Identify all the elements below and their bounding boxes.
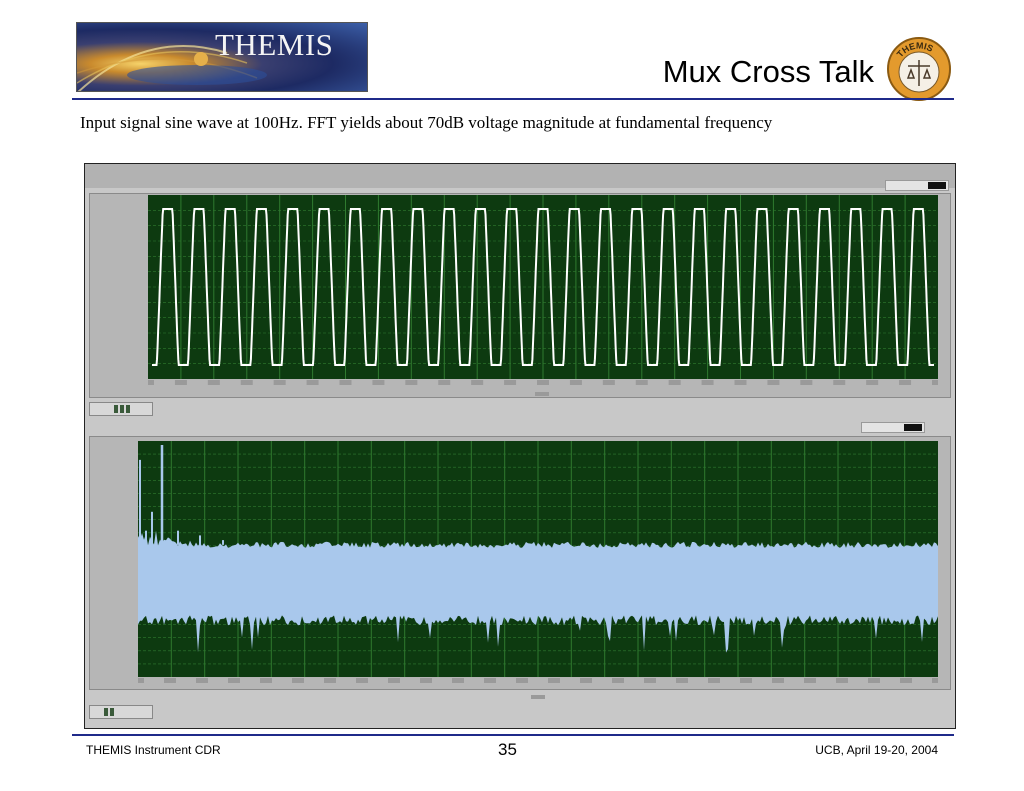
footer-divider	[72, 734, 954, 736]
x-tick-label	[548, 678, 560, 683]
bottom-plot-legend[interactable]	[861, 422, 925, 433]
x-tick-label	[701, 380, 714, 385]
footer-right-text: UCB, April 19-20, 2004	[815, 743, 938, 757]
slide-subtitle: Input signal sine wave at 100Hz. FFT yie…	[80, 113, 773, 132]
x-tick-label	[676, 678, 688, 683]
panel-header	[85, 164, 955, 188]
spectrum-x-ticks	[138, 678, 938, 683]
bottom-plot-control[interactable]	[89, 705, 153, 719]
x-tick-label	[292, 678, 304, 683]
x-tick-label	[836, 678, 848, 683]
themis-seal-icon: THEMIS	[887, 37, 951, 101]
x-tick-label	[932, 380, 938, 385]
waveform-x-ticks	[148, 380, 938, 385]
bottom-scroll-handle[interactable]	[531, 695, 545, 699]
x-tick-label	[356, 678, 368, 683]
x-tick-label	[772, 678, 784, 683]
x-tick-label	[668, 380, 681, 385]
x-tick-label	[635, 380, 648, 385]
x-tick-label	[537, 380, 549, 385]
x-tick-label	[767, 380, 780, 385]
x-tick-label	[324, 678, 336, 683]
x-tick-label	[833, 380, 846, 385]
x-tick-label	[932, 678, 938, 683]
x-tick-label	[228, 678, 240, 683]
spectrum-plot	[138, 441, 938, 677]
x-tick-label	[240, 380, 253, 385]
x-tick-label	[138, 678, 144, 683]
analyzer-panel	[84, 163, 956, 729]
x-tick-label	[708, 678, 720, 683]
x-tick-label	[471, 380, 484, 385]
x-tick-label	[372, 380, 385, 385]
x-tick-label	[644, 678, 656, 683]
footer-left-text: THEMIS Instrument CDR	[86, 743, 221, 757]
x-tick-label	[899, 380, 912, 385]
x-tick-label	[388, 678, 400, 683]
title-divider	[72, 98, 954, 100]
x-tick-label	[868, 678, 880, 683]
x-tick-label	[740, 678, 752, 683]
themis-logo: THEMIS	[76, 22, 368, 92]
x-tick-label	[306, 380, 319, 385]
top-plot-legend[interactable]	[885, 180, 949, 191]
page-number: 35	[498, 740, 517, 759]
x-tick-label	[800, 380, 813, 385]
x-tick-label	[804, 678, 816, 683]
x-tick-label	[516, 678, 528, 683]
x-tick-label	[484, 678, 496, 683]
x-tick-label	[339, 380, 352, 385]
x-tick-label	[452, 678, 464, 683]
x-tick-label	[207, 380, 220, 385]
x-tick-label	[438, 380, 451, 385]
x-tick-label	[148, 380, 154, 385]
slide-title: Mux Cross Talk	[662, 54, 874, 89]
top-scroll-handle[interactable]	[535, 392, 549, 396]
x-tick-label	[174, 380, 187, 385]
logo-text: THEMIS	[215, 27, 334, 62]
x-tick-label	[602, 380, 615, 385]
waveform-plot	[148, 195, 938, 379]
x-tick-label	[405, 380, 418, 385]
x-tick-label	[260, 678, 272, 683]
x-tick-label	[569, 380, 582, 385]
x-tick-label	[612, 678, 624, 683]
x-tick-label	[900, 678, 912, 683]
x-tick-label	[504, 380, 517, 385]
x-tick-label	[580, 678, 592, 683]
x-tick-label	[420, 678, 432, 683]
x-tick-label	[866, 380, 879, 385]
x-tick-label	[164, 678, 176, 683]
top-plot-control[interactable]	[89, 402, 153, 416]
x-tick-label	[196, 678, 208, 683]
x-tick-label	[273, 380, 286, 385]
x-tick-label	[734, 380, 747, 385]
